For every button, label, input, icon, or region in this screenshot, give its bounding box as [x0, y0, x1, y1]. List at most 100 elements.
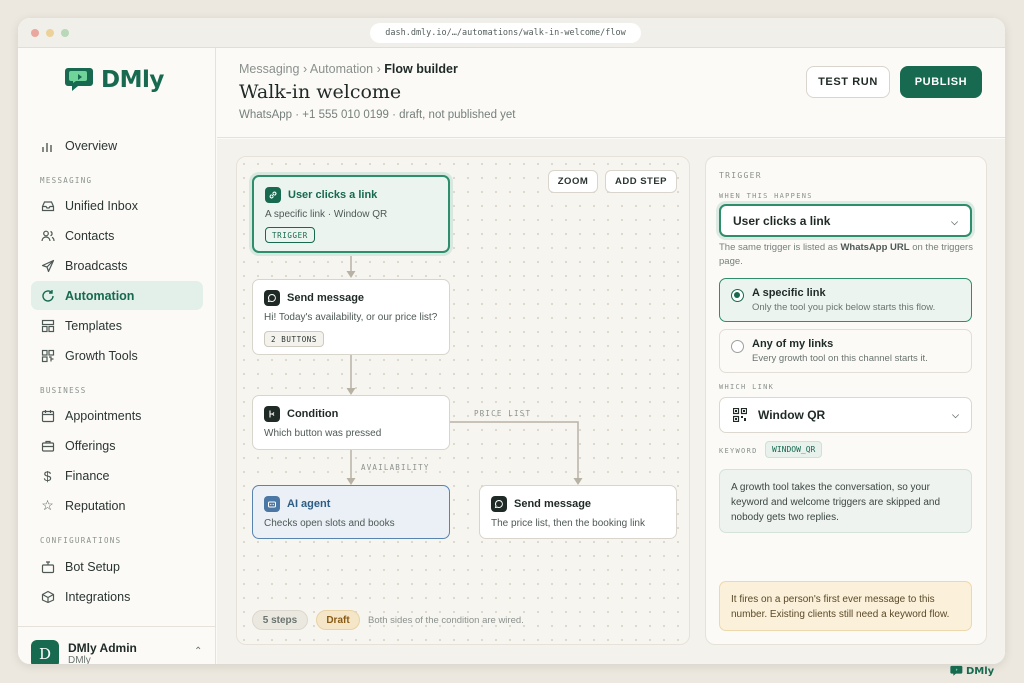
sidebar-item-bot-setup[interactable]: Bot Setup: [31, 552, 203, 581]
brand-name: DMly: [101, 67, 164, 93]
sidebar-item-offerings[interactable]: Offerings: [31, 431, 203, 460]
sidebar-item-label: Overview: [65, 138, 118, 153]
sidebar-item-broadcasts[interactable]: Broadcasts: [31, 251, 203, 280]
cube-icon: [40, 589, 55, 604]
link-select[interactable]: Window QR ⌵: [719, 397, 972, 433]
close-window-dot[interactable]: [31, 29, 39, 37]
node-trigger[interactable]: User clicks a link A specific link · Win…: [252, 175, 450, 253]
arrow-head: [346, 478, 356, 485]
address-bar[interactable]: dash.dmly.io/…/automations/walk-in-welco…: [370, 23, 641, 43]
sidebar-item-overview[interactable]: Overview: [31, 131, 203, 160]
node-send-message[interactable]: Send message Hi! Today's availability, o…: [252, 279, 450, 355]
info-callout: A growth tool takes the conversation, so…: [719, 469, 972, 533]
main-content: ZOOM ADD STEP User clicks a link A speci…: [217, 139, 1005, 664]
sidebar-item-label: Bot Setup: [65, 559, 120, 574]
option-any-link[interactable]: Any of my links Every growth tool on thi…: [719, 329, 972, 373]
node-title: Condition: [264, 406, 338, 422]
trigger-select[interactable]: User clicks a link ⌵: [719, 204, 972, 237]
publish-button[interactable]: PUBLISH: [900, 66, 982, 98]
template-icon: [40, 318, 55, 333]
node-tag: 2 BUTTONS: [264, 331, 325, 347]
option-specific-link[interactable]: A specific link Only the tool you pick b…: [719, 278, 972, 322]
panel-heading: TRIGGER: [719, 171, 762, 180]
node-desc: Hi! Today's availability, or our price l…: [264, 312, 438, 323]
sidebar-item-contacts[interactable]: Contacts: [31, 221, 203, 250]
contacts-icon: [40, 228, 55, 243]
footer-logo: DMly: [950, 665, 994, 677]
sidebar-item-templates[interactable]: Templates: [31, 311, 203, 340]
node-desc: Which button was pressed: [264, 428, 382, 439]
breadcrumb: Messaging › Automation › Flow builder: [239, 62, 458, 76]
calendar-icon: [40, 408, 55, 423]
zoom-button[interactable]: ZOOM: [548, 170, 598, 193]
sidebar-item-label: Reputation: [65, 498, 126, 513]
link-icon: [265, 187, 281, 203]
sidebar-item-label: Offerings: [65, 438, 116, 453]
title-bar: dash.dmly.io/…/automations/walk-in-welco…: [18, 18, 1005, 48]
qr-code-icon: [40, 348, 55, 363]
breadcrumb-messaging[interactable]: Messaging: [239, 62, 299, 76]
qr-code-icon: [732, 407, 748, 425]
node-title-text: Send message: [287, 292, 365, 304]
sidebar-item-label: Broadcasts: [65, 258, 128, 273]
sidebar-item-automation[interactable]: Automation: [31, 281, 203, 310]
chevron-up-down-icon[interactable]: ⌃: [194, 646, 202, 657]
refresh-icon: [40, 288, 55, 303]
breadcrumb-separator: ›: [302, 62, 310, 76]
node-condition[interactable]: Condition Which button was pressed: [252, 395, 450, 450]
node-desc: Checks open slots and books: [264, 518, 395, 529]
option-title: Any of my links: [752, 338, 834, 350]
canvas-footer-note: Both sides of the condition are wired.: [368, 615, 524, 626]
helper-text: The same trigger is listed as: [719, 242, 841, 253]
which-link-label: WHICH LINK: [719, 383, 775, 391]
sidebar-item-appointments[interactable]: Appointments: [31, 401, 203, 430]
sidebar-item-label: Finance: [65, 468, 110, 483]
sidebar-item-reputation[interactable]: ☆ Reputation: [31, 491, 203, 520]
sidebar-item-label: Integrations: [65, 589, 131, 604]
send-icon: [40, 258, 55, 273]
user-menu[interactable]: D DMly Admin DMly ⌃: [18, 626, 216, 664]
section-label-configurations: CONFIGURATIONS: [40, 536, 122, 545]
chat-bubble-icon: [264, 290, 280, 306]
add-step-button[interactable]: ADD STEP: [605, 170, 677, 193]
sidebar-item-label: Templates: [65, 318, 122, 333]
minimize-window-dot[interactable]: [46, 29, 54, 37]
radio-selected-icon[interactable]: [731, 289, 744, 302]
trigger-helper-text: The same trigger is listed as WhatsApp U…: [719, 241, 977, 269]
page-header: Messaging › Automation › Flow builder Wa…: [217, 48, 1005, 138]
footer-brand-name: DMly: [966, 665, 995, 677]
sidebar-item-integrations[interactable]: Integrations: [31, 582, 203, 611]
radio-unselected-icon[interactable]: [731, 340, 744, 353]
option-desc: Every growth tool on this channel starts…: [752, 353, 928, 364]
node-send-message-price[interactable]: Send message The price list, then the bo…: [479, 485, 677, 539]
trigger-select-value: User clicks a link: [733, 213, 831, 228]
sidebar-item-unified-inbox[interactable]: Unified Inbox: [31, 191, 203, 220]
sidebar-item-finance[interactable]: $ Finance: [31, 461, 203, 490]
app-window: dash.dmly.io/…/automations/walk-in-welco…: [18, 18, 1005, 664]
bot-icon: [40, 559, 55, 574]
breadcrumb-automation[interactable]: Automation: [310, 62, 373, 76]
logo-icon: [65, 68, 93, 91]
node-ai-agent[interactable]: AI agent Checks open slots and books: [252, 485, 450, 539]
sidebar-item-growth-tools[interactable]: Growth Tools: [31, 341, 203, 370]
node-desc: The price list, then the booking link: [491, 518, 645, 529]
maximize-window-dot[interactable]: [61, 29, 69, 37]
keyword-label: KEYWORD: [719, 447, 758, 455]
edge-label-availability: AVAILABILITY: [361, 463, 430, 472]
step-count-badge: 5 steps: [252, 610, 308, 630]
chat-bubble-icon: [491, 496, 507, 512]
avatar: D: [31, 640, 59, 664]
link-select-value: Window QR: [758, 408, 826, 422]
node-title: Send message: [491, 496, 591, 512]
robot-icon: [264, 496, 280, 512]
branch-icon: [264, 406, 280, 422]
arrow-head: [346, 388, 356, 395]
brand-logo[interactable]: DMly: [65, 65, 164, 95]
test-run-button[interactable]: TEST RUN: [806, 66, 890, 98]
sidebar-item-label: Growth Tools: [65, 348, 138, 363]
flow-canvas[interactable]: ZOOM ADD STEP User clicks a link A speci…: [236, 156, 690, 645]
sidebar-item-label: Automation: [65, 288, 135, 303]
status-badge: Draft: [316, 610, 360, 630]
sidebar: DMly Overview MESSAGING Unified Inbox Co…: [18, 48, 216, 664]
option-title: A specific link: [752, 287, 826, 299]
